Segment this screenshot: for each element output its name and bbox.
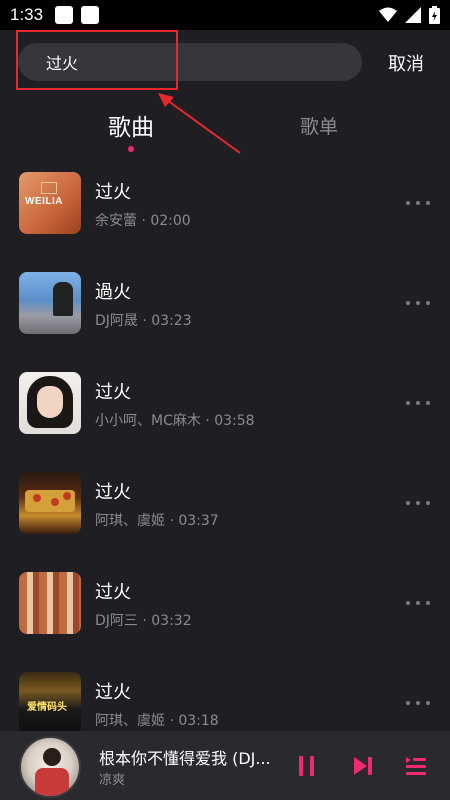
song-subtitle: 余安蕾 · 02:00 <box>95 213 191 229</box>
more-icon[interactable] <box>406 598 430 608</box>
more-icon[interactable] <box>406 298 430 308</box>
cover-label: 爱情码头 <box>27 702 67 713</box>
more-icon[interactable] <box>406 198 430 208</box>
battery-icon <box>429 6 440 24</box>
signal-icon <box>405 7 421 23</box>
notification-icon-2 <box>81 6 100 24</box>
notification-icon <box>55 6 74 24</box>
album-cover: 爱情码头 <box>19 672 81 734</box>
playlist-icon[interactable] <box>405 755 427 777</box>
cover-label: WEILIA <box>25 196 63 207</box>
song-list: WEILIA 过火 余安蕾 · 02:00 過火 DJ阿晟 · 03:23 过火… <box>0 160 450 760</box>
list-item[interactable]: WEILIA 过火 余安蕾 · 02:00 <box>0 160 450 260</box>
search-bar: 过火 取消 <box>0 30 450 154</box>
list-item[interactable]: 过火 小小呵、MC麻木 · 03:58 <box>0 360 450 460</box>
cancel-button[interactable]: 取消 <box>388 50 424 76</box>
more-icon[interactable] <box>406 498 430 508</box>
album-cover <box>19 472 81 534</box>
album-cover <box>19 272 81 334</box>
album-cover: WEILIA <box>19 172 81 234</box>
song-title: 过火 <box>95 182 131 203</box>
tab-songs[interactable]: 歌曲 <box>108 108 154 142</box>
pause-icon[interactable] <box>298 755 316 777</box>
song-subtitle: DJ阿晟 · 03:23 <box>95 313 192 329</box>
next-track-icon[interactable] <box>352 755 374 777</box>
tab-playlists[interactable]: 歌单 <box>300 112 338 139</box>
now-playing-cover[interactable] <box>19 736 81 798</box>
song-title: 過火 <box>95 282 131 303</box>
song-subtitle: 阿琪、虞姬 · 03:37 <box>95 513 219 529</box>
mini-player[interactable]: 根本你不懂得爱我 (DJ... 凉爽 <box>0 731 450 800</box>
song-title: 过火 <box>95 582 131 603</box>
album-cover <box>19 372 81 434</box>
song-title: 过火 <box>95 482 131 503</box>
song-title: 过火 <box>95 682 131 703</box>
status-time: 1:33 <box>10 5 44 24</box>
song-subtitle: DJ阿三 · 03:32 <box>95 613 192 629</box>
list-item[interactable]: 過火 DJ阿晟 · 03:23 <box>0 260 450 360</box>
wifi-icon <box>379 7 397 22</box>
tab-bar: 歌曲 歌单 <box>0 100 450 158</box>
album-cover <box>19 572 81 634</box>
now-playing-artist: 凉爽 <box>99 773 126 788</box>
now-playing-title: 根本你不懂得爱我 (DJ... <box>99 749 271 768</box>
song-subtitle: 小小呵、MC麻木 · 03:58 <box>95 413 255 429</box>
status-bar: 1:33 <box>0 0 450 30</box>
song-subtitle: 阿琪、虞姬 · 03:18 <box>95 713 219 729</box>
more-icon[interactable] <box>406 398 430 408</box>
annotation-highlight-box <box>16 30 178 90</box>
active-tab-indicator <box>128 146 134 152</box>
more-icon[interactable] <box>406 698 430 708</box>
list-item[interactable]: 过火 阿琪、虞姬 · 03:37 <box>0 460 450 560</box>
list-item[interactable]: 过火 DJ阿三 · 03:32 <box>0 560 450 660</box>
song-title: 过火 <box>95 382 131 403</box>
